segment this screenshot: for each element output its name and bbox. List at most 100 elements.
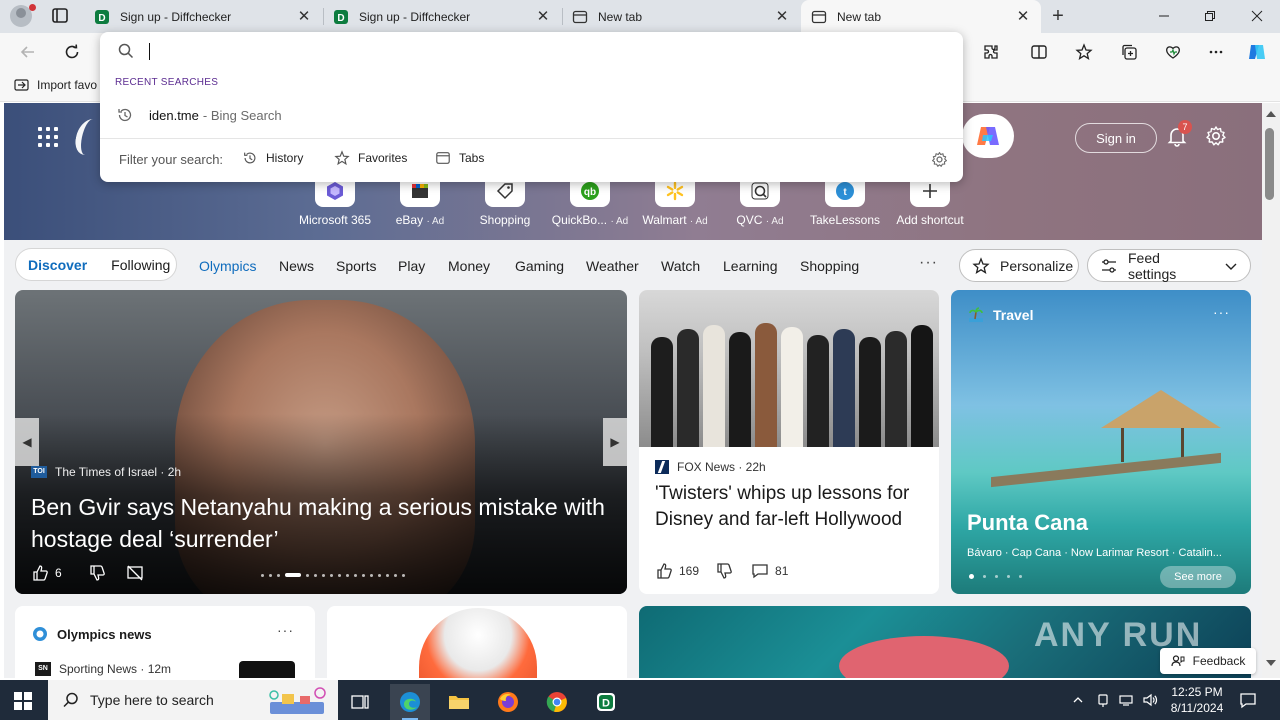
nav-link-news[interactable]: News <box>279 258 314 274</box>
carousel-next-icon[interactable]: ▶ <box>603 418 627 466</box>
carousel-prev-icon[interactable]: ◀ <box>15 418 39 466</box>
network-status-icon[interactable] <box>1093 690 1113 710</box>
scroll-down-icon[interactable] <box>1266 660 1276 666</box>
nav-link-olympics[interactable]: Olympics <box>199 258 257 274</box>
taskbar-search-box[interactable]: Type here to search <box>48 680 338 720</box>
profile-alert-dot <box>29 4 36 11</box>
more-options-icon[interactable] <box>1203 39 1229 65</box>
diffchecker-app-icon[interactable]: D <box>586 684 626 720</box>
feed-settings-button[interactable]: Feed settings <box>1087 249 1251 282</box>
shortcut-quickbooks[interactable]: qb QuickBo... · Ad <box>549 175 631 227</box>
tab-close-icon[interactable]: ✕ <box>774 8 790 25</box>
sign-in-button[interactable]: Sign in <box>1075 123 1157 153</box>
shortcut-takelessons[interactable]: t TakeLessons <box>804 175 886 227</box>
nav-link-learning[interactable]: Learning <box>723 258 778 274</box>
tab-close-icon[interactable]: ✕ <box>1015 8 1031 25</box>
taskbar-clock[interactable]: 12:25 PM 8/11/2024 <box>1163 684 1231 716</box>
olympics-news-card[interactable]: Olympics news ··· SN Sporting News · 12m <box>15 606 315 678</box>
page-scrollbar[interactable] <box>1262 103 1280 678</box>
close-icon[interactable] <box>1234 0 1280 32</box>
split-screen-icon[interactable] <box>1026 39 1052 65</box>
product-card[interactable] <box>327 606 627 678</box>
file-explorer-icon[interactable] <box>439 684 479 720</box>
filter-favorites-button[interactable]: Favorites <box>334 150 407 166</box>
see-more-button[interactable]: See more <box>1160 566 1236 588</box>
hide-story-icon[interactable] <box>126 564 144 582</box>
personalize-button[interactable]: Personalize <box>959 249 1079 282</box>
nav-link-shopping[interactable]: Shopping <box>800 258 859 274</box>
tab-new-1[interactable]: New tab ✕ <box>562 0 800 33</box>
tab-diffchecker-2[interactable]: D Sign up - Diffchecker ✕ <box>323 0 561 33</box>
divider <box>100 138 963 139</box>
nav-link-play[interactable]: Play <box>398 258 425 274</box>
scroll-up-icon[interactable] <box>1266 111 1276 117</box>
edge-icon[interactable] <box>390 684 430 720</box>
card-more-icon[interactable]: ··· <box>277 622 294 638</box>
nav-link-money[interactable]: Money <box>448 258 490 274</box>
travel-card[interactable]: Travel ··· Punta Cana Bávaro · Cap Cana … <box>951 290 1251 594</box>
address-bar-input[interactable] <box>152 38 932 64</box>
show-hidden-icons-chevron-icon[interactable] <box>1068 690 1088 710</box>
browser-essentials-icon[interactable] <box>1160 39 1186 65</box>
new-tab-plus-icon[interactable]: + <box>1046 5 1070 27</box>
nav-link-weather[interactable]: Weather <box>586 258 639 274</box>
story-headline[interactable]: Ben Gvir says Netanyahu making a serious… <box>31 491 611 555</box>
shortcut-walmart[interactable]: Walmart · Ad <box>634 175 716 227</box>
tab-diffchecker-1[interactable]: D Sign up - Diffchecker ✕ <box>84 0 322 33</box>
import-favorites-label: Import favo <box>37 78 98 92</box>
refresh-icon[interactable] <box>59 39 85 65</box>
windows-start-icon[interactable] <box>14 692 32 710</box>
notification-center-icon[interactable] <box>1238 690 1258 710</box>
copilot-button[interactable] <box>962 114 1014 158</box>
page-settings-gear-icon[interactable] <box>1205 125 1227 147</box>
main-story-card[interactable]: ◀ ▶ TOI The Times of Israel · 2h Ben Gvi… <box>15 290 627 594</box>
volume-icon[interactable] <box>1140 690 1160 710</box>
nav-link-gaming[interactable]: Gaming <box>515 258 564 274</box>
like-icon[interactable] <box>655 562 673 580</box>
card-more-icon[interactable]: ··· <box>1213 304 1230 320</box>
chrome-icon[interactable] <box>537 684 577 720</box>
ethernet-icon[interactable] <box>1116 690 1136 710</box>
star-icon <box>334 150 350 166</box>
search-settings-gear-icon[interactable] <box>931 151 948 168</box>
filter-favorites-label: Favorites <box>358 151 408 165</box>
shortcut-ebay[interactable]: eBay · Ad <box>379 175 461 227</box>
tab-following[interactable]: Following <box>99 257 182 273</box>
comment-icon[interactable] <box>751 562 769 580</box>
nav-more-icon[interactable]: ··· <box>919 254 938 272</box>
tab-close-icon[interactable]: ✕ <box>535 8 551 25</box>
news-story-card[interactable]: FOX News · 22h 'Twisters' whips up lesso… <box>639 290 939 594</box>
recent-search-item[interactable]: iden.tme - Bing Search <box>100 102 963 128</box>
olympics-news-item[interactable]: SN Sporting News · 12m <box>35 662 171 676</box>
dislike-icon[interactable] <box>88 564 106 582</box>
shortcut-shopping[interactable]: Shopping <box>464 175 546 227</box>
shortcut-microsoft-365[interactable]: Microsoft 365 <box>294 175 376 227</box>
tab-new-active[interactable]: New tab ✕ <box>801 0 1041 33</box>
nav-link-sports[interactable]: Sports <box>336 258 376 274</box>
nav-link-watch[interactable]: Watch <box>661 258 700 274</box>
story-headline[interactable]: 'Twisters' whips up lessons for Disney a… <box>655 481 925 533</box>
minimize-icon[interactable] <box>1141 0 1187 32</box>
like-icon[interactable] <box>31 564 49 582</box>
extensions-icon[interactable] <box>978 39 1004 65</box>
task-view-icon[interactable] <box>340 684 380 720</box>
restore-icon[interactable] <box>1187 0 1233 32</box>
firefox-icon[interactable] <box>488 684 528 720</box>
shortcut-qvc[interactable]: QVC · Ad <box>719 175 801 227</box>
favorites-star-icon[interactable] <box>1071 39 1097 65</box>
travel-destination-title[interactable]: Punta Cana <box>967 510 1088 536</box>
feedback-button[interactable]: Feedback <box>1160 648 1256 674</box>
back-icon[interactable] <box>15 39 41 65</box>
filter-tabs-button[interactable]: Tabs <box>435 150 484 166</box>
dislike-icon[interactable] <box>715 562 733 580</box>
filter-history-button[interactable]: History <box>242 150 303 166</box>
tab-discover[interactable]: Discover <box>16 257 99 273</box>
collections-icon[interactable] <box>1116 39 1142 65</box>
import-favorites-link[interactable]: Import favo <box>14 78 97 92</box>
shortcut-add[interactable]: Add shortcut <box>889 175 971 227</box>
copilot-icon[interactable] <box>1244 39 1270 65</box>
tab-actions-icon[interactable] <box>48 6 72 26</box>
scrollbar-thumb[interactable] <box>1265 128 1274 200</box>
tab-close-icon[interactable]: ✕ <box>296 8 312 25</box>
app-launcher-icon[interactable] <box>38 127 58 147</box>
